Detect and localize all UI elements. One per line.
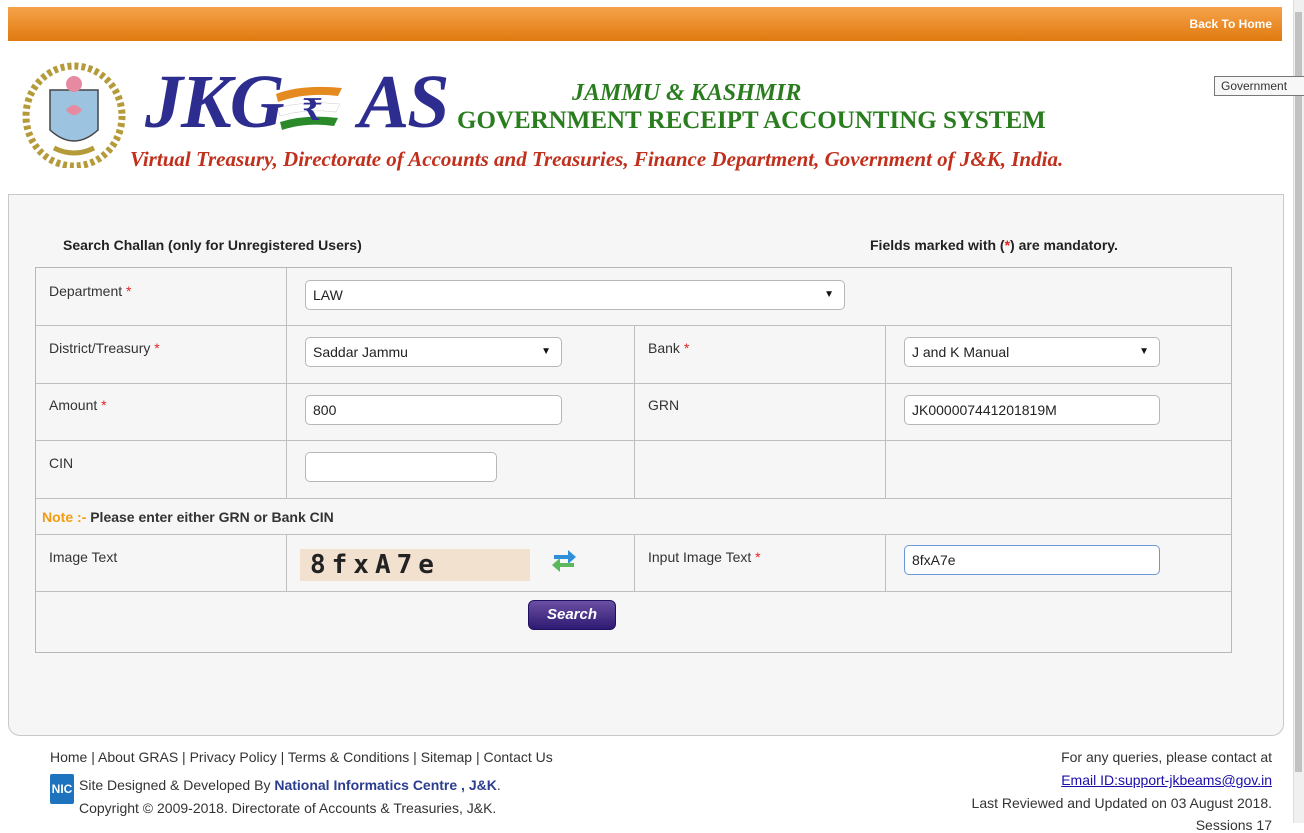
department-select[interactable]: LAW ▼	[305, 280, 845, 310]
search-form-grid	[35, 267, 1232, 653]
department-label: Department *	[49, 283, 132, 299]
contact-text: For any queries, please contact at	[1061, 749, 1272, 765]
jk-emblem-logo	[22, 62, 126, 168]
scrollbar-thumb[interactable]	[1295, 12, 1302, 772]
cin-input[interactable]	[305, 452, 497, 482]
search-button[interactable]: Search	[528, 600, 616, 630]
sessions-counter: Sessions 17	[1195, 817, 1272, 833]
footer-link-sitemap[interactable]: Sitemap	[421, 749, 472, 765]
mandatory-note: Fields marked with (*) are mandatory.	[870, 237, 1118, 253]
support-email-link[interactable]: Email ID:support-jkbeams@gov.in	[1061, 772, 1272, 788]
back-to-home-link[interactable]: Back To Home	[1190, 17, 1272, 31]
grn-label: GRN	[648, 397, 680, 413]
district-treasury-label: District/Treasury *	[49, 340, 160, 356]
dropdown-arrow-icon: ▼	[1139, 346, 1149, 357]
designed-by: Site Designed & Developed By National In…	[79, 777, 501, 793]
grn-cin-note: Note :- Please enter either GRN or Bank …	[42, 509, 334, 525]
footer-link-home[interactable]: Home	[50, 749, 87, 765]
top-bar: Back To Home	[8, 7, 1282, 41]
input-image-text-field[interactable]: 8fxA7e	[904, 545, 1160, 575]
footer-links: Home | About GRAS | Privacy Policy | Ter…	[50, 749, 553, 765]
tooltip: Government	[1214, 76, 1304, 96]
refresh-captcha-icon[interactable]	[548, 543, 580, 575]
vertical-scrollbar[interactable]	[1293, 0, 1304, 823]
input-image-text-label: Input Image Text *	[648, 549, 761, 565]
last-reviewed-text: Last Reviewed and Updated on 03 August 2…	[971, 795, 1272, 811]
svg-text:₹: ₹	[302, 93, 323, 128]
copyright: Copyright © 2009-2018. Directorate of Ac…	[79, 800, 497, 816]
amount-label: Amount *	[49, 397, 107, 413]
district-treasury-select[interactable]: Saddar Jammu ▼	[305, 337, 562, 367]
dropdown-arrow-icon: ▼	[541, 346, 551, 357]
rupee-flag-icon: ₹	[276, 86, 342, 130]
nic-logo: NIC	[50, 774, 74, 804]
image-text-label: Image Text	[49, 549, 118, 565]
form-title: Search Challan (only for Unregistered Us…	[63, 237, 362, 253]
site-title-line1: JAMMU & KASHMIR	[572, 80, 802, 106]
footer-link-privacy-policy[interactable]: Privacy Policy	[190, 749, 277, 765]
footer-link-about-gras[interactable]: About GRAS	[98, 749, 178, 765]
captcha-image: 8fxA7e	[300, 549, 530, 581]
footer-link-terms-conditions[interactable]: Terms & Conditions	[288, 749, 409, 765]
dropdown-arrow-icon: ▼	[824, 289, 834, 300]
bank-label: Bank *	[648, 340, 690, 356]
cin-label: CIN	[49, 455, 74, 471]
grn-input[interactable]: JK000007441201819M	[904, 395, 1160, 425]
bank-select[interactable]: J and K Manual ▼	[904, 337, 1160, 367]
site-tagline: Virtual Treasury, Directorate of Account…	[130, 147, 1064, 171]
amount-input[interactable]: 800	[305, 395, 562, 425]
footer-link-contact-us[interactable]: Contact Us	[484, 749, 553, 765]
site-title-line2: GOVERNMENT RECEIPT ACCOUNTING SYSTEM	[457, 107, 1046, 134]
